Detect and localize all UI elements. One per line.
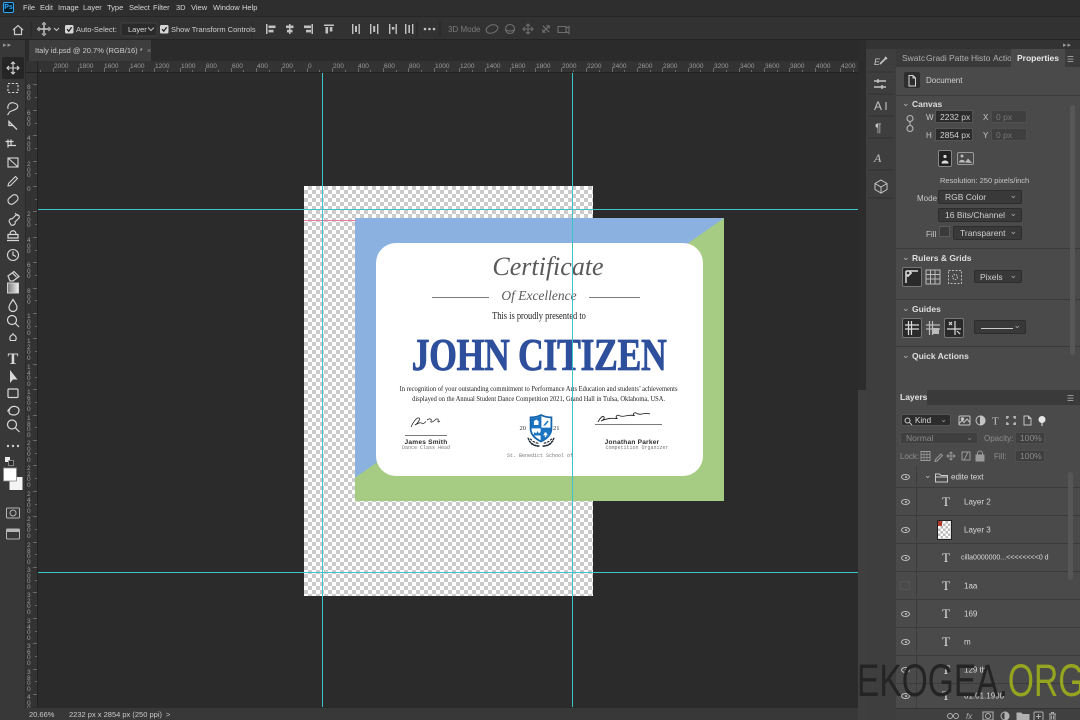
svg-text:fx: fx <box>966 712 973 720</box>
svg-text:A: A <box>874 99 882 113</box>
svg-text:3D Mode: 3D Mode <box>448 25 481 34</box>
svg-text:¶: ¶ <box>875 121 881 135</box>
svg-text:E: E <box>874 57 881 67</box>
svg-text:A: A <box>873 151 882 165</box>
svg-text:T: T <box>8 351 19 368</box>
svg-text:T: T <box>992 416 999 428</box>
